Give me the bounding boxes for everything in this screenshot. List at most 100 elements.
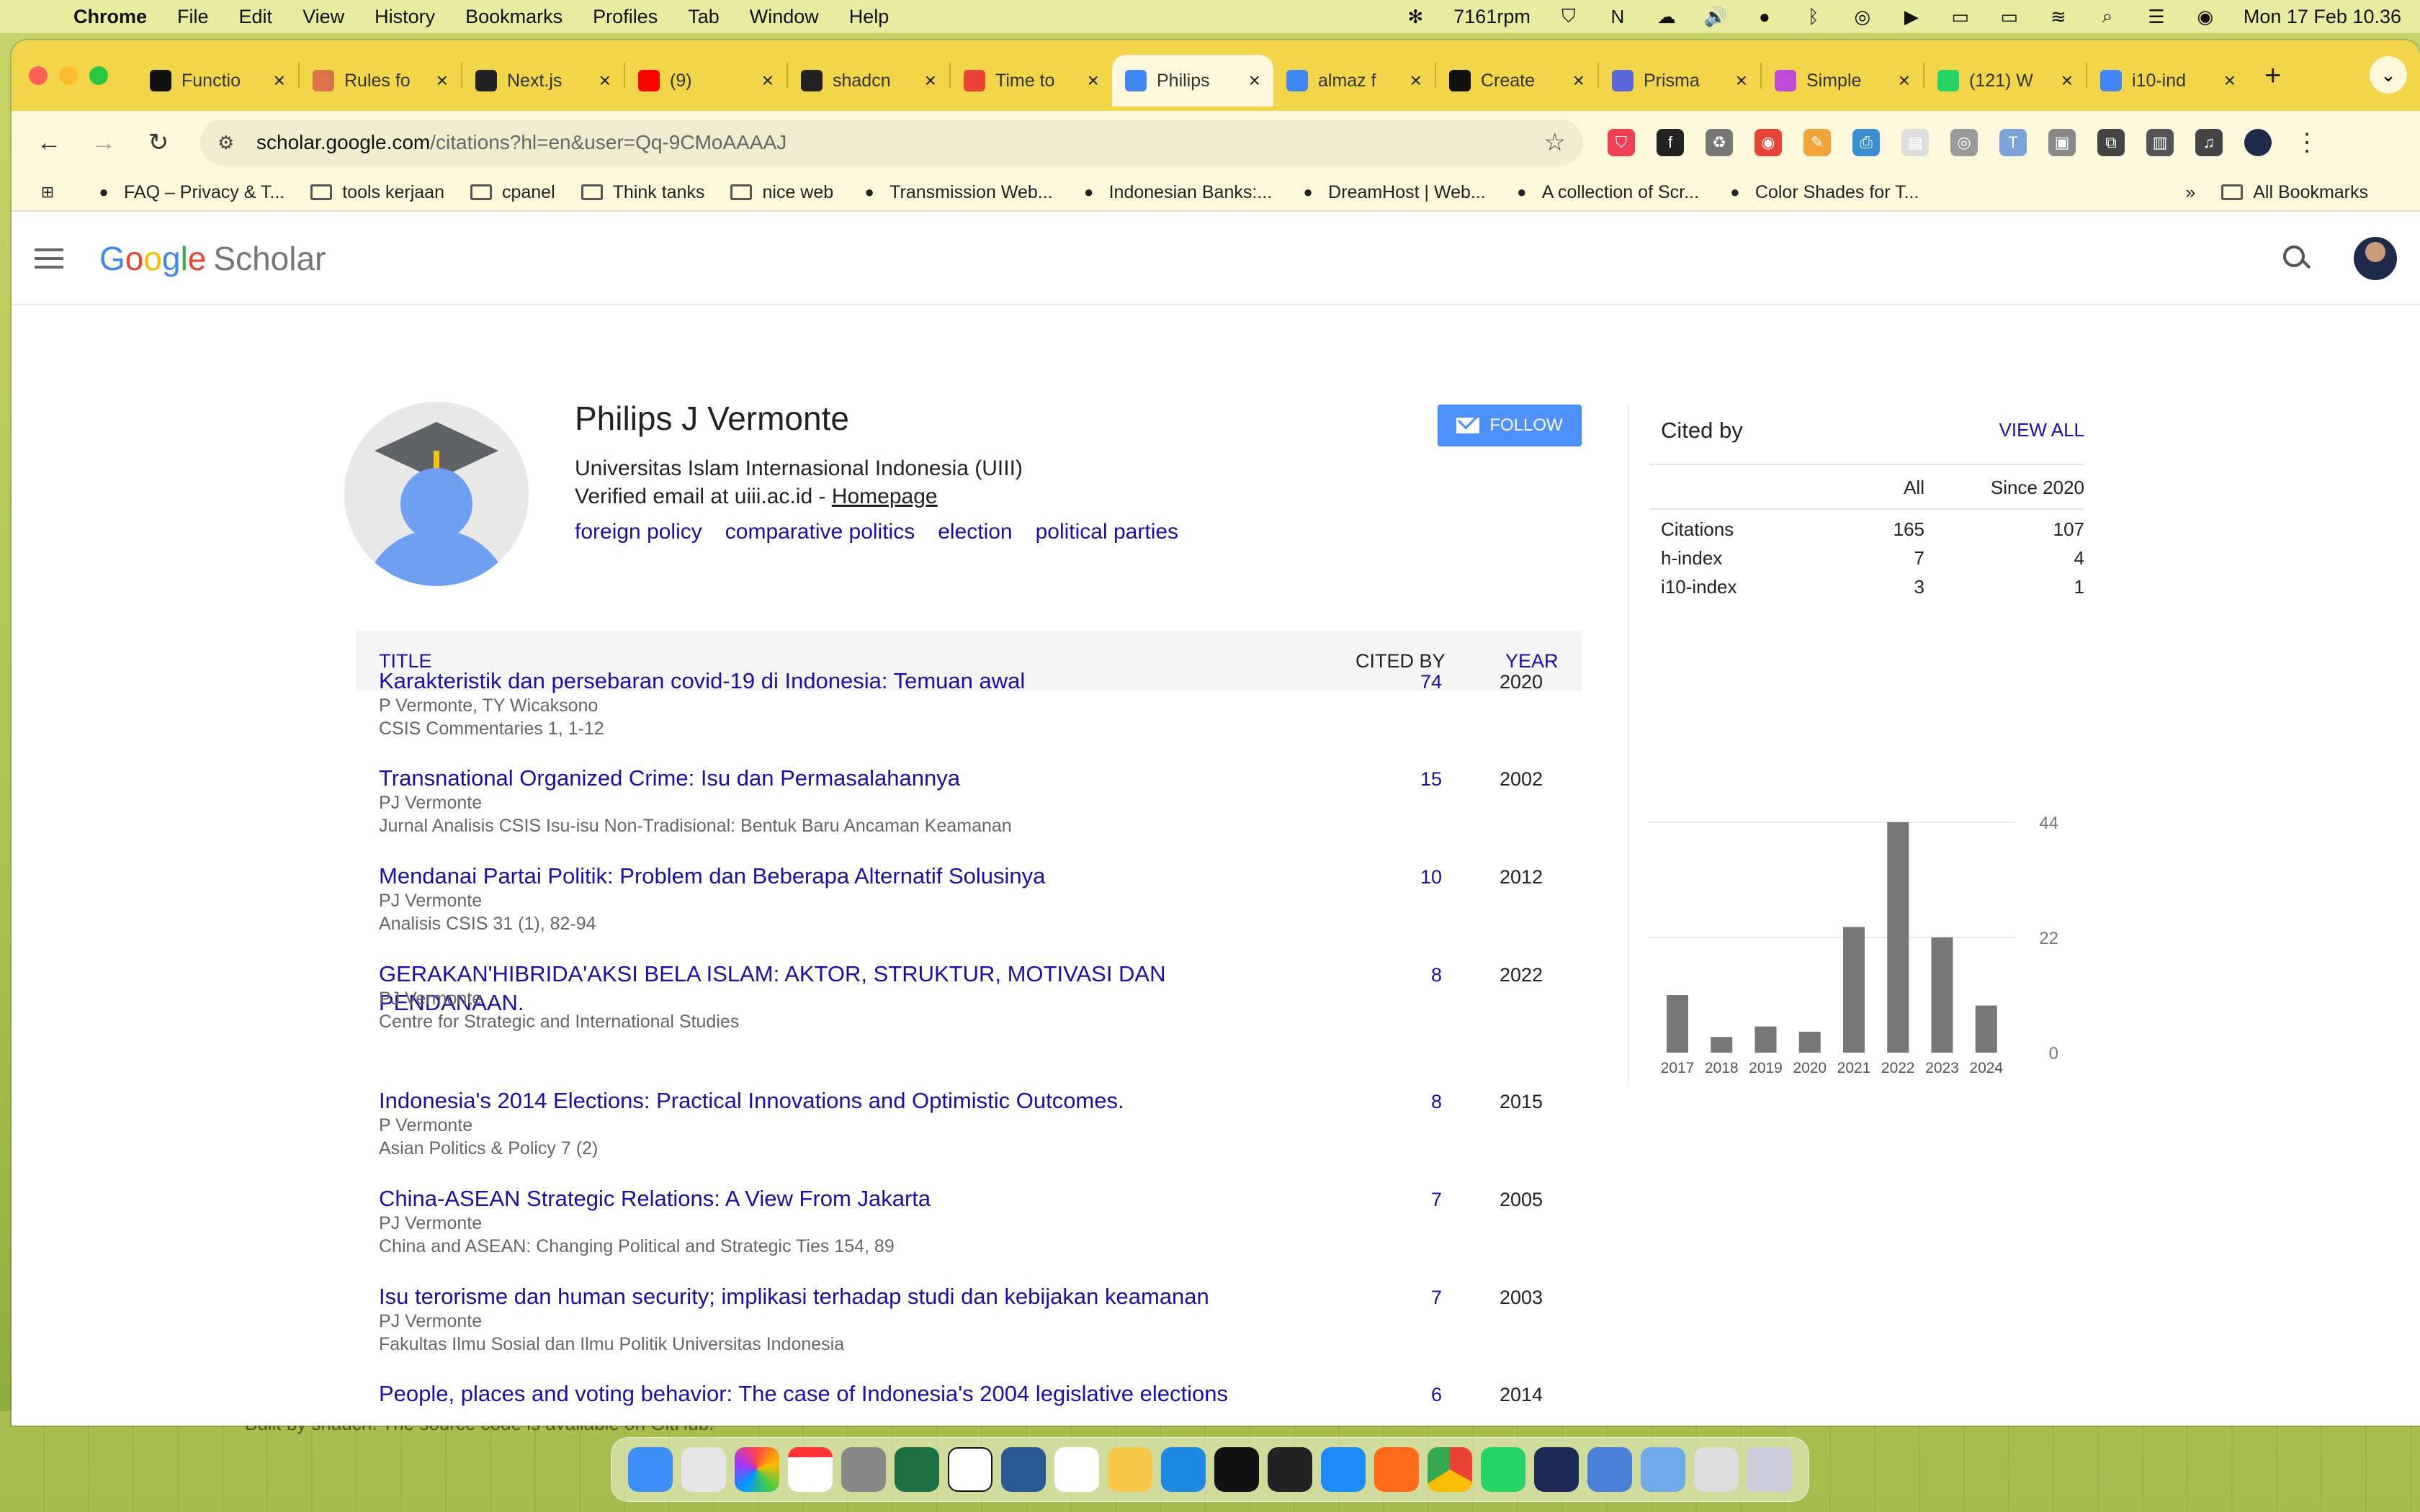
cited-by-count-link[interactable]: 6: [1370, 1384, 1442, 1406]
browser-tab[interactable]: Rules fo ×: [300, 55, 461, 107]
close-tab-icon[interactable]: ×: [2224, 69, 2236, 92]
interest-tag[interactable]: comparative politics: [725, 520, 915, 544]
cloud-sync-icon[interactable]: ☁: [1656, 6, 1677, 27]
color-wheel-icon[interactable]: ◉: [1754, 129, 1782, 156]
close-window-button[interactable]: [29, 66, 48, 85]
google-scholar-logo[interactable]: Google Scholar: [99, 239, 326, 278]
elephant-icon[interactable]: ●: [1754, 6, 1775, 27]
spotlight-icon[interactable]: ⌕: [2097, 5, 2118, 27]
close-tab-icon[interactable]: ×: [1573, 69, 1585, 92]
calendar-icon[interactable]: [788, 1447, 833, 1492]
font-extension-icon[interactable]: f: [1657, 129, 1684, 156]
play-icon[interactable]: ▶: [1901, 6, 1922, 27]
menu-view[interactable]: View: [302, 6, 344, 28]
battery-icon[interactable]: ▭: [1999, 6, 2020, 27]
close-tab-icon[interactable]: ×: [1736, 69, 1747, 92]
safari-icon[interactable]: [1321, 1447, 1366, 1492]
notes-app-icon[interactable]: [1108, 1447, 1152, 1492]
address-bar[interactable]: ⚙ scholar.google.com/citations?hl=en&use…: [200, 120, 1583, 166]
close-tab-icon[interactable]: ×: [1410, 69, 1422, 92]
files-stack-icon[interactable]: [1694, 1447, 1739, 1492]
grid-extension-icon[interactable]: ▦: [1901, 129, 1929, 156]
close-tab-icon[interactable]: ×: [274, 69, 285, 92]
reload-button[interactable]: ↻: [138, 122, 179, 163]
close-tab-icon[interactable]: ×: [599, 69, 611, 92]
menu-tab[interactable]: Tab: [688, 6, 720, 28]
cited-by-count-link[interactable]: 10: [1370, 866, 1442, 888]
browser-tab[interactable]: Philips ×: [1112, 55, 1273, 107]
profile-avatar[interactable]: [2244, 129, 2272, 156]
elephant-app-icon[interactable]: [1587, 1447, 1632, 1492]
puzzle-icon[interactable]: ⧉: [2097, 129, 2125, 156]
bookmark-item[interactable]: ● Transmission Web...: [859, 182, 1053, 203]
terminal-icon[interactable]: [1268, 1447, 1312, 1492]
pocket-icon[interactable]: ⛉: [1608, 129, 1635, 156]
interest-tag[interactable]: political parties: [1036, 520, 1178, 544]
media-control-icon[interactable]: ♫: [2195, 129, 2223, 156]
menu-file[interactable]: File: [177, 6, 209, 28]
article-title-link[interactable]: Karakteristik dan persebaran covid-19 di…: [379, 667, 1243, 696]
interest-tag[interactable]: foreign policy: [575, 520, 702, 544]
apps-grid-icon[interactable]: ⊞: [37, 183, 68, 202]
back-button[interactable]: ←: [29, 122, 69, 163]
close-tab-icon[interactable]: ×: [2061, 69, 2073, 92]
cited-by-count-link[interactable]: 15: [1370, 768, 1442, 791]
browser-tab[interactable]: Simple ×: [1762, 55, 1923, 107]
firefox-icon[interactable]: [1374, 1447, 1419, 1492]
cited-by-count-link[interactable]: 74: [1370, 671, 1442, 693]
bookmark-item[interactable]: ● FAQ – Privacy & T...: [94, 182, 284, 203]
more-menu-icon[interactable]: ⋮: [2293, 129, 2321, 156]
browser-tab[interactable]: Functio ×: [137, 55, 298, 107]
article-title-link[interactable]: People, places and voting behavior: The …: [379, 1380, 1243, 1408]
system-settings-icon[interactable]: [841, 1447, 886, 1492]
search-icon[interactable]: [2282, 244, 2311, 273]
follow-button[interactable]: FOLLOW: [1438, 405, 1582, 446]
close-tab-icon[interactable]: ×: [762, 69, 774, 92]
word-icon[interactable]: [1001, 1447, 1046, 1492]
cited-by-count-link[interactable]: 8: [1370, 1091, 1442, 1113]
cited-by-count-link[interactable]: 7: [1370, 1287, 1442, 1309]
bookmark-item[interactable]: ● A collection of Scr...: [1512, 182, 1699, 203]
menu-help[interactable]: Help: [849, 6, 889, 28]
bookmark-star-icon[interactable]: ☆: [1544, 128, 1566, 157]
cited-by-count-link[interactable]: 8: [1370, 964, 1442, 986]
image-extension-icon[interactable]: ▣: [2048, 129, 2076, 156]
menu-profiles[interactable]: Profiles: [593, 6, 658, 28]
finder-icon[interactable]: [628, 1447, 673, 1492]
circle-extension-icon[interactable]: ◎: [1950, 129, 1978, 156]
menu-bookmarks[interactable]: Bookmarks: [465, 6, 563, 28]
hamburger-menu-icon[interactable]: [35, 248, 63, 269]
browser-tab[interactable]: (9) ×: [625, 55, 786, 107]
close-tab-icon[interactable]: ×: [1249, 69, 1260, 92]
sort-by-year-header[interactable]: YEAR: [1505, 650, 1559, 672]
siri-icon[interactable]: ◉: [2195, 6, 2216, 27]
stat-label[interactable]: i10-index: [1661, 576, 1737, 598]
launchpad-icon[interactable]: [681, 1447, 726, 1492]
fantastical-icon[interactable]: [1054, 1447, 1099, 1492]
article-title-link[interactable]: Transnational Organized Crime: Isu dan P…: [379, 764, 1243, 793]
menu-history[interactable]: History: [375, 6, 435, 28]
browser-tab[interactable]: Time to ×: [951, 55, 1112, 107]
bookmark-item[interactable]: ● DreamHost | Web...: [1298, 182, 1486, 203]
article-title-link[interactable]: China-ASEAN Strategic Relations: A View …: [379, 1184, 1243, 1213]
browser-tab[interactable]: Prisma ×: [1599, 55, 1760, 107]
more-bookmarks-icon[interactable]: »: [2185, 182, 2195, 203]
shield-icon[interactable]: ⛉: [1558, 5, 1579, 27]
bookmark-item[interactable]: cpanel: [470, 182, 555, 203]
downloads-folder-icon[interactable]: [1641, 1447, 1685, 1492]
close-tab-icon[interactable]: ×: [1899, 69, 1910, 92]
bluetooth-icon[interactable]: ᛒ: [1803, 6, 1824, 27]
close-tab-icon[interactable]: ×: [925, 69, 936, 92]
user-avatar[interactable]: [2354, 237, 2397, 280]
printer-icon[interactable]: ⎙: [1852, 129, 1880, 156]
article-title-link[interactable]: Indonesia's 2014 Elections: Practical In…: [379, 1086, 1243, 1115]
fan-icon[interactable]: ✻: [1404, 6, 1426, 27]
bookmark-item[interactable]: ● Indonesian Banks:...: [1079, 182, 1272, 203]
control-center-icon[interactable]: ☰: [2146, 6, 2167, 27]
notion-icon[interactable]: N: [1607, 6, 1628, 27]
reading-list-icon[interactable]: ▥: [2146, 129, 2174, 156]
cited-by-count-link[interactable]: 7: [1370, 1189, 1442, 1211]
browser-tab[interactable]: (121) W ×: [1924, 55, 2086, 107]
whatsapp-icon[interactable]: [1481, 1447, 1525, 1492]
all-bookmarks-button[interactable]: All Bookmarks: [2221, 182, 2368, 203]
